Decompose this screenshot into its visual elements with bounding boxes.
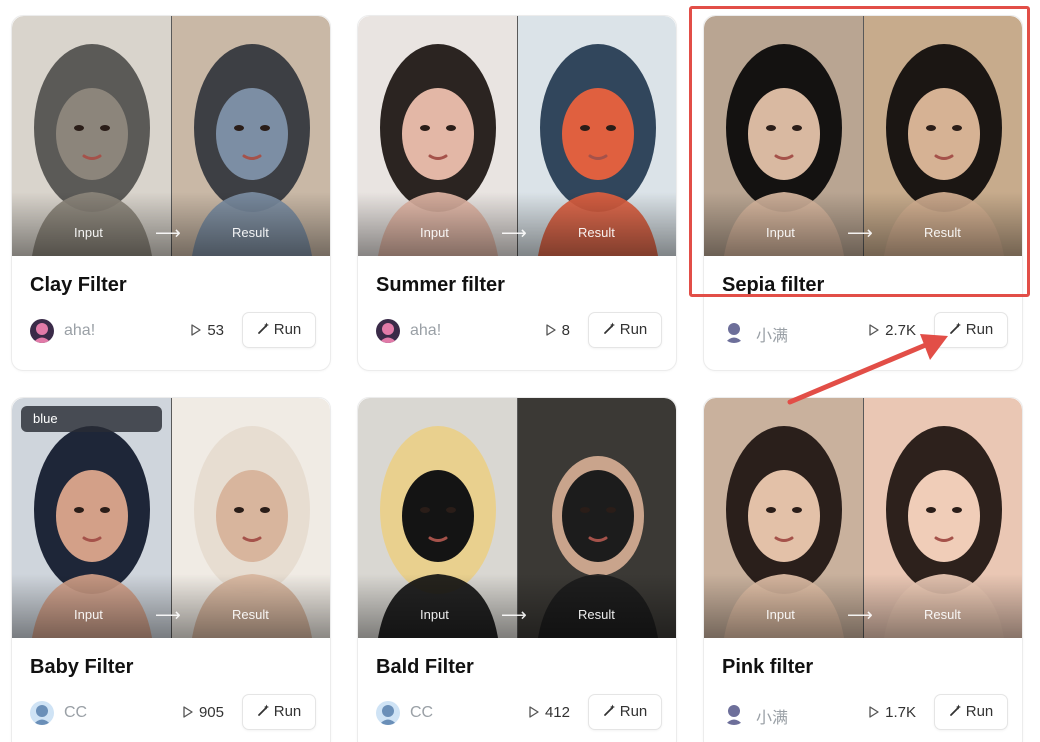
result-label: Result	[578, 225, 615, 240]
avatar[interactable]	[376, 319, 400, 343]
author-name[interactable]: 小满	[756, 322, 788, 346]
card-title[interactable]: Pink filter	[722, 656, 813, 679]
arrow-right-icon: ⟶	[501, 223, 527, 243]
play-icon	[183, 706, 193, 718]
before-after-thumbnail[interactable]: Input ⟶ Result blue	[12, 398, 330, 638]
arrow-right-icon: ⟶	[155, 605, 181, 625]
result-label: Result	[578, 607, 615, 622]
play-count: 905	[183, 704, 224, 721]
before-after-thumbnail[interactable]: Input ⟶ Result	[704, 398, 1022, 638]
author-name[interactable]: aha!	[410, 322, 441, 340]
author-name[interactable]: aha!	[64, 322, 95, 340]
author-name[interactable]: 小满	[756, 704, 788, 728]
tag-badge: blue	[21, 406, 162, 432]
play-count-value: 8	[561, 322, 570, 339]
avatar[interactable]	[376, 701, 400, 725]
arrow-right-icon: ⟶	[501, 605, 527, 625]
card-title[interactable]: Bald Filter	[376, 656, 474, 679]
filter-card[interactable]: Input ⟶ Result Sepia filter 小满 2.7K Run	[703, 15, 1023, 371]
run-button-label: Run	[273, 321, 302, 338]
run-button[interactable]: Run	[588, 312, 662, 348]
card-footer: aha! 53 Run	[30, 312, 316, 350]
filter-grid: Input ⟶ Result Clay Filter aha! 53 Run I…	[0, 0, 1040, 742]
author-name[interactable]: CC	[410, 704, 433, 722]
result-label: Result	[232, 607, 269, 622]
play-icon	[529, 706, 539, 718]
run-button-label: Run	[965, 703, 994, 720]
magic-wand-icon	[603, 704, 615, 716]
card-footer: 小满 1.7K Run	[722, 694, 1008, 732]
play-count-value: 1.7K	[885, 704, 916, 721]
input-label: Input	[420, 607, 449, 622]
before-after-thumbnail[interactable]: Input ⟶ Result	[358, 16, 676, 256]
run-button[interactable]: Run	[242, 694, 316, 730]
before-after-thumbnail[interactable]: Input ⟶ Result	[704, 16, 1022, 256]
input-label: Input	[766, 225, 795, 240]
avatar[interactable]	[722, 701, 746, 725]
play-icon	[869, 706, 879, 718]
before-after-thumbnail[interactable]: Input ⟶ Result	[358, 398, 676, 638]
magic-wand-icon	[257, 704, 269, 716]
filter-card[interactable]: Input ⟶ Result Bald Filter CC 412 Run	[357, 397, 677, 742]
card-footer: CC 412 Run	[376, 694, 662, 732]
play-count: 412	[529, 704, 570, 721]
input-label: Input	[766, 607, 795, 622]
card-footer: 小满 2.7K Run	[722, 312, 1008, 350]
filter-card[interactable]: Input ⟶ Result blue Baby Filter CC 905 R…	[11, 397, 331, 742]
input-label: Input	[74, 607, 103, 622]
play-count-value: 905	[198, 704, 224, 721]
filter-card[interactable]: Input ⟶ Result Pink filter 小满 1.7K Run	[703, 397, 1023, 742]
author-name[interactable]: CC	[64, 704, 87, 722]
card-title[interactable]: Summer filter	[376, 274, 505, 297]
magic-wand-icon	[257, 322, 269, 334]
play-count: 2.7K	[869, 322, 916, 339]
play-icon	[191, 324, 201, 336]
run-button[interactable]: Run	[934, 312, 1008, 348]
input-label: Input	[420, 225, 449, 240]
input-label: Input	[74, 225, 103, 240]
card-title[interactable]: Baby Filter	[30, 656, 133, 679]
result-label: Result	[924, 607, 961, 622]
run-button[interactable]: Run	[588, 694, 662, 730]
magic-wand-icon	[949, 704, 961, 716]
avatar[interactable]	[722, 319, 746, 343]
play-count-value: 53	[207, 322, 224, 339]
card-title[interactable]: Clay Filter	[30, 274, 127, 297]
card-footer: CC 905 Run	[30, 694, 316, 732]
run-button-label: Run	[619, 703, 648, 720]
avatar[interactable]	[30, 701, 54, 725]
play-icon	[869, 324, 879, 336]
card-footer: aha! 8 Run	[376, 312, 662, 350]
card-title[interactable]: Sepia filter	[722, 274, 824, 297]
run-button-label: Run	[965, 321, 994, 338]
play-count-value: 412	[544, 704, 570, 721]
magic-wand-icon	[603, 322, 615, 334]
filter-card[interactable]: Input ⟶ Result Summer filter aha! 8 Run	[357, 15, 677, 371]
play-count-value: 2.7K	[885, 322, 916, 339]
play-count: 1.7K	[869, 704, 916, 721]
result-label: Result	[232, 225, 269, 240]
result-label: Result	[924, 225, 961, 240]
magic-wand-icon	[949, 322, 961, 334]
avatar[interactable]	[30, 319, 54, 343]
arrow-right-icon: ⟶	[155, 223, 181, 243]
filter-card[interactable]: Input ⟶ Result Clay Filter aha! 53 Run	[11, 15, 331, 371]
play-icon	[546, 324, 556, 336]
arrow-right-icon: ⟶	[847, 605, 873, 625]
play-count: 8	[546, 322, 570, 339]
run-button-label: Run	[619, 321, 648, 338]
run-button[interactable]: Run	[242, 312, 316, 348]
run-button[interactable]: Run	[934, 694, 1008, 730]
arrow-right-icon: ⟶	[847, 223, 873, 243]
before-after-thumbnail[interactable]: Input ⟶ Result	[12, 16, 330, 256]
run-button-label: Run	[273, 703, 302, 720]
play-count: 53	[191, 322, 224, 339]
